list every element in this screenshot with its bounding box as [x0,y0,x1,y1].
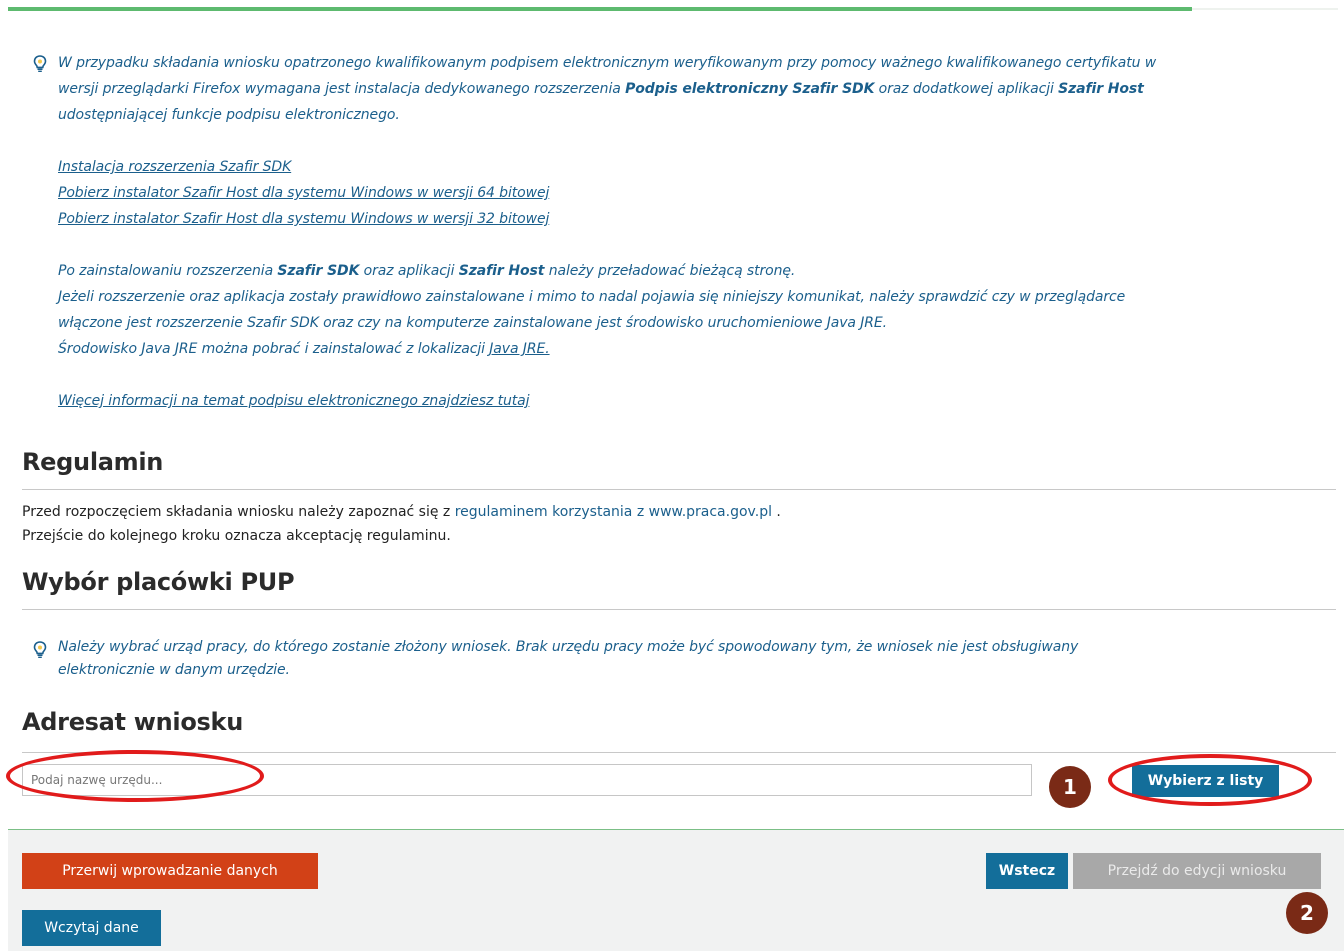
regulamin-text: Przed rozpoczęciem składania wniosku nal… [22,500,781,548]
divider [22,752,1336,753]
link-java-jre[interactable]: Java JRE. [489,341,549,357]
lightbulb-icon [33,55,47,72]
office-choice-info: Należy wybrać urząd pracy, do którego zo… [58,636,1318,682]
back-button[interactable]: Wstecz [986,853,1068,889]
lightbulb-icon [33,641,47,658]
link-more-info[interactable]: Więcej informacji na temat podpisu elekt… [58,388,1318,414]
after-install-2: Jeżeli rozszerzenie oraz aplikacja zosta… [58,289,1126,305]
go-to-edit-button[interactable]: Przejdź do edycji wniosku [1073,853,1321,889]
divider [22,609,1336,610]
choose-from-list-button[interactable]: Wybierz z listy [1132,765,1279,797]
link-download-host-64[interactable]: Pobierz instalator Szafir Host dla syste… [58,180,1318,206]
signature-intro-3: udostępniającej funkcje podpisu elektron… [58,107,400,123]
divider [22,489,1336,490]
link-install-szafir-sdk[interactable]: Instalacja rozszerzenia Szafir SDK [58,154,1318,180]
regulamin-line-1a: Przed rozpoczęciem składania wniosku nal… [22,504,455,520]
after-install-1c: oraz aplikacji [359,263,459,279]
regulamin-link[interactable]: regulaminem korzystania z www.praca.gov.… [455,504,772,520]
signature-intro-1: W przypadku składania wniosku opatrzoneg… [58,55,1157,71]
progress-bar [8,7,1192,11]
addressee-title: Adresat wniosku [22,708,243,736]
load-data-button[interactable]: Wczytaj dane [22,910,161,946]
regulamin-line-2: Przejście do kolejnego kroku oznacza akc… [22,528,451,544]
after-install-1e: należy przeładować bieżącą stronę. [544,263,796,279]
office-search-input[interactable] [22,764,1032,796]
after-install-1d: Szafir Host [458,263,545,279]
after-install-1b: Szafir SDK [277,263,360,279]
signature-intro-2a: wersji przeglądarki Firefox wymagana jes… [58,81,626,97]
signature-intro-2d: Szafir Host [1058,81,1144,97]
abort-button[interactable]: Przerwij wprowadzanie danych [22,853,318,889]
form-footer [8,829,1344,951]
signature-intro-2b: Podpis elektroniczny Szafir SDK [625,81,875,97]
after-install-1a: Po zainstalowaniu rozszerzenia [58,263,278,279]
signature-intro-2c: oraz dodatkowej aplikacji [874,81,1059,97]
regulamin-title: Regulamin [22,448,164,476]
after-install-4: Środowisko Java JRE można pobrać i zains… [58,341,490,357]
link-download-host-32[interactable]: Pobierz instalator Szafir Host dla syste… [58,206,1318,232]
office-info-2: elektronicznie w danym urzędzie. [58,662,290,678]
annotation-marker-1: 1 [1049,766,1091,808]
office-choice-title: Wybór placówki PUP [22,568,295,596]
signature-info: W przypadku składania wniosku opatrzoneg… [58,50,1318,414]
regulamin-line-1b: . [771,504,781,520]
annotation-marker-2: 2 [1286,892,1328,934]
after-install-3: włączone jest rozszerzenie Szafir SDK or… [58,315,887,331]
office-info-1: Należy wybrać urząd pracy, do którego zo… [58,639,1079,655]
